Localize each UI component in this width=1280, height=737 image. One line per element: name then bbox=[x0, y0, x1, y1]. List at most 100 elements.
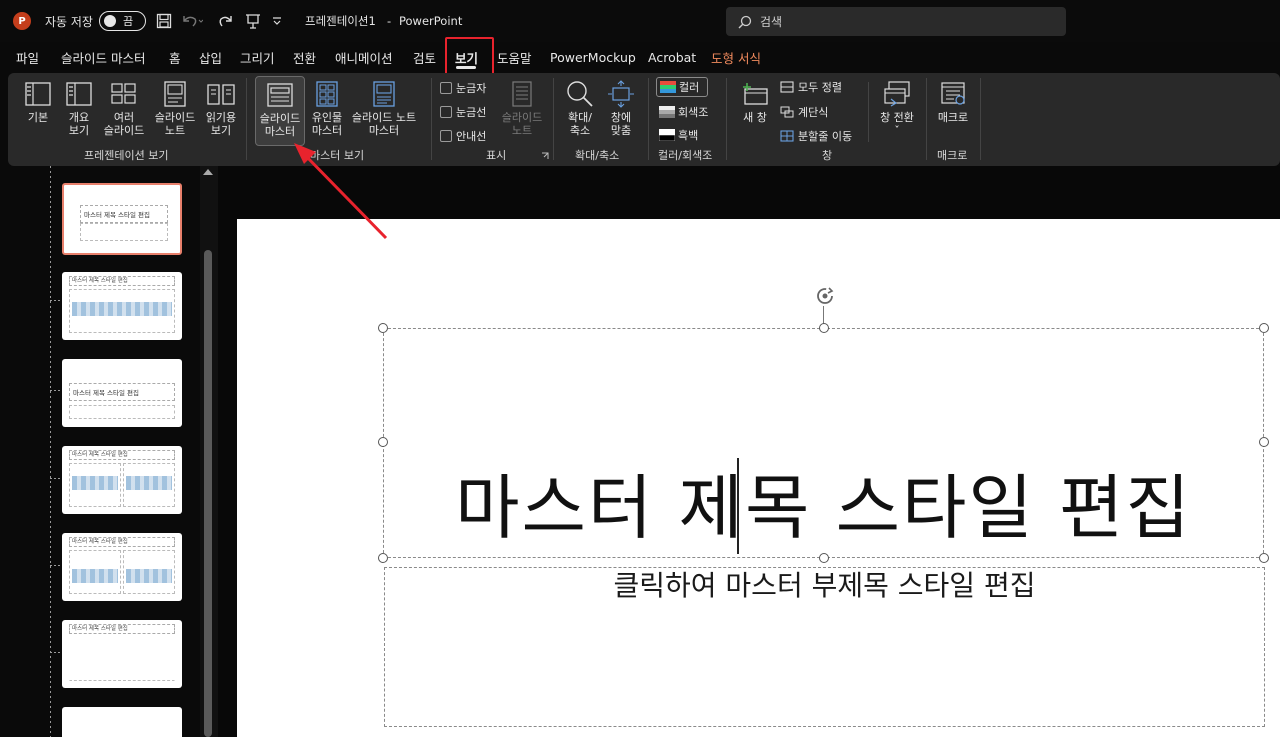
master-thumbnail[interactable]: 마스터 제목 스타일 편집 bbox=[62, 183, 182, 255]
tab-file[interactable]: 파일 bbox=[16, 42, 39, 72]
tab-animations[interactable]: 애니메이션 bbox=[335, 42, 393, 72]
resize-handle-top-left[interactable] bbox=[378, 323, 388, 333]
master-title-text[interactable]: 마스터 제목 스타일 편집 bbox=[383, 458, 1264, 558]
tab-transitions[interactable]: 전환 bbox=[293, 42, 316, 72]
macros-button[interactable]: 매크로 bbox=[934, 80, 972, 124]
normal-view-button[interactable]: 기본 bbox=[22, 80, 54, 124]
color-button[interactable]: 컬러 bbox=[656, 77, 708, 97]
slide-sorter-button[interactable]: 여러 슬라이드 bbox=[100, 80, 148, 137]
document-name: 프레젠테이션1 bbox=[305, 14, 376, 28]
macros-icon bbox=[941, 82, 965, 105]
zoom-button[interactable]: 확대/ 축소 bbox=[562, 80, 598, 137]
outline-view-button[interactable]: 개요 보기 bbox=[62, 80, 96, 137]
switch-windows-label: 창 전환 bbox=[880, 111, 914, 124]
outline-view-label-1: 개요 bbox=[68, 111, 90, 124]
tab-slide-master[interactable]: 슬라이드 마스터 bbox=[61, 42, 145, 72]
title-bar: P 자동 저장 끔 프레젠테이션1 - PowerPoint 검색 bbox=[0, 0, 1280, 42]
layout-thumbnail[interactable]: 마스터 제목 스타일 편집 bbox=[62, 359, 182, 427]
new-window-icon bbox=[743, 83, 768, 105]
arrange-all-label: 모두 정렬 bbox=[798, 81, 842, 94]
thumb-title: 마스터 제목 스타일 편집 bbox=[69, 276, 175, 286]
thumb-content-preview bbox=[126, 476, 172, 490]
layout-thumbnail[interactable]: 마스터 제목 스타일 편집 bbox=[62, 272, 182, 340]
master-subtitle-text[interactable]: 클릭하여 마스터 부제목 스타일 편집 bbox=[384, 567, 1265, 605]
thumb-content-box bbox=[69, 405, 175, 419]
black-white-icon bbox=[659, 129, 675, 141]
customize-icon[interactable] bbox=[272, 16, 282, 26]
notes-master-label-1: 슬라이드 노트 bbox=[351, 111, 417, 124]
outline-view-label-2: 보기 bbox=[68, 124, 90, 137]
arrange-all-icon bbox=[780, 81, 794, 93]
autosave-toggle[interactable]: 끔 bbox=[99, 11, 146, 31]
handout-master-icon bbox=[316, 81, 338, 107]
save-icon[interactable] bbox=[156, 13, 172, 29]
resize-handle-bottom[interactable] bbox=[819, 553, 829, 563]
switch-windows-dropdown-icon: ˇ bbox=[894, 124, 900, 137]
ribbon-separator bbox=[553, 78, 554, 160]
thumb-content-preview bbox=[72, 476, 118, 490]
ruler-label: 눈금자 bbox=[456, 82, 487, 95]
layout-thumbnail[interactable]: 마스터 제목 스타일 편집 bbox=[62, 620, 182, 688]
thumb-title: 마스터 제목 스타일 편집 bbox=[69, 383, 175, 401]
layout-thumbnail[interactable]: 마스터 제목 스타일 편집 bbox=[62, 446, 182, 514]
guides-checkbox[interactable]: 안내선 bbox=[440, 128, 486, 144]
new-window-button[interactable]: 새 창 bbox=[738, 80, 772, 124]
tab-shape-format[interactable]: 도형 서식 bbox=[711, 42, 761, 72]
gridlines-checkbox[interactable]: 눈금선 bbox=[440, 104, 486, 120]
tab-insert[interactable]: 삽입 bbox=[199, 42, 222, 72]
tab-acrobat[interactable]: Acrobat bbox=[648, 42, 696, 72]
guides-check-box bbox=[440, 130, 452, 142]
resize-handle-top-right[interactable] bbox=[1259, 323, 1269, 333]
thumb-title: 마스터 제목 스타일 편집 bbox=[80, 205, 168, 223]
redo-icon[interactable] bbox=[218, 13, 234, 29]
ribbon-separator bbox=[980, 78, 981, 160]
black-white-button[interactable]: 흑백 bbox=[659, 127, 698, 143]
rotate-handle-icon[interactable] bbox=[814, 285, 836, 307]
undo-icon[interactable] bbox=[181, 13, 203, 29]
ribbon-tabs: 파일 슬라이드 마스터 홈 삽입 그리기 전환 애니메이션 검토 보기 도움말 … bbox=[0, 42, 1280, 72]
grayscale-icon bbox=[659, 106, 675, 118]
show-dialog-launcher-icon[interactable] bbox=[541, 152, 549, 160]
ruler-checkbox[interactable]: 눈금자 bbox=[440, 80, 486, 96]
thumbnail-scrollbar-thumb[interactable] bbox=[204, 250, 212, 737]
tab-home[interactable]: 홈 bbox=[169, 42, 181, 72]
move-split-button[interactable]: 분할줄 이동 bbox=[780, 128, 852, 144]
scroll-up-icon[interactable] bbox=[203, 169, 213, 175]
zoom-icon bbox=[567, 81, 593, 107]
resize-handle-left[interactable] bbox=[378, 437, 388, 447]
reading-view-button[interactable]: 읽기용 보기 bbox=[203, 80, 239, 137]
notes-master-button[interactable]: 슬라이드 노트 마스터 bbox=[348, 80, 420, 137]
grayscale-button[interactable]: 회색조 bbox=[659, 104, 708, 120]
ribbon-separator bbox=[868, 82, 869, 142]
search-input[interactable]: 검색 bbox=[726, 7, 1066, 36]
slideshow-icon[interactable] bbox=[244, 12, 262, 30]
resize-handle-bottom-right[interactable] bbox=[1259, 553, 1269, 563]
active-tab-indicator bbox=[456, 66, 476, 69]
toggle-knob bbox=[104, 15, 116, 27]
tab-help[interactable]: 도움말 bbox=[497, 42, 532, 72]
switch-windows-button[interactable]: 창 전환 ˇ bbox=[876, 80, 918, 137]
rotate-handle-stem bbox=[823, 306, 824, 324]
notes-label-2: 노트 bbox=[511, 124, 533, 137]
macros-group-label: 매크로 bbox=[937, 149, 968, 162]
macros-label: 매크로 bbox=[937, 111, 969, 124]
tab-draw[interactable]: 그리기 bbox=[240, 42, 275, 72]
handout-master-button[interactable]: 유인물 마스터 bbox=[307, 80, 347, 137]
resize-handle-right[interactable] bbox=[1259, 437, 1269, 447]
layout-thumbnail[interactable]: 마스터 제목 스타일 편집 bbox=[62, 533, 182, 601]
tab-review[interactable]: 검토 bbox=[413, 42, 436, 72]
resize-handle-bottom-left[interactable] bbox=[378, 553, 388, 563]
tab-powermockup[interactable]: PowerMockup bbox=[550, 42, 636, 72]
tree-connector bbox=[50, 565, 60, 566]
fit-to-window-button[interactable]: 창에 맞춤 bbox=[603, 80, 639, 137]
notes-button[interactable]: 슬라이드 노트 bbox=[498, 80, 546, 137]
layout-thumbnail[interactable] bbox=[62, 707, 182, 737]
zoom-group-label: 확대/축소 bbox=[575, 149, 620, 162]
resize-handle-top[interactable] bbox=[819, 323, 829, 333]
arrange-all-button[interactable]: 모두 정렬 bbox=[780, 79, 842, 95]
notes-page-button[interactable]: 슬라이드 노트 bbox=[151, 80, 199, 137]
ribbon-separator bbox=[648, 78, 649, 160]
cascade-button[interactable]: 계단식 bbox=[780, 104, 828, 120]
zoom-label-1: 확대/ bbox=[568, 111, 592, 124]
thumb-content-preview bbox=[72, 569, 118, 583]
